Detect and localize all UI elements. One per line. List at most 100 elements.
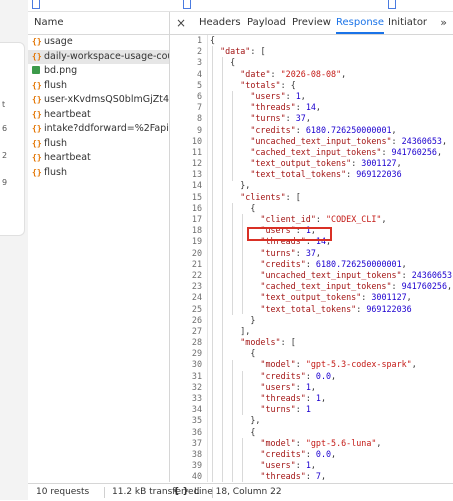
code-line: "users": 1, <box>260 381 316 392</box>
code-line: "model": "gpt-5.6-luna", <box>260 437 382 448</box>
request-row[interactable]: {} flush <box>28 79 169 94</box>
response-viewer[interactable]: 1 2 3 4 5 6 7 8 9 10 11 12 13 14 15 16 17 18 19 20 21 22 23 24 2… <box>170 35 453 482</box>
line-number: 24 <box>191 292 202 303</box>
panel-tab-edge[interactable] <box>388 0 396 9</box>
line-number: 8 <box>196 113 202 124</box>
request-row[interactable]: {} flush <box>28 166 169 181</box>
request-rows: {}usage{}daily-workspace-usage-count…bd.… <box>28 35 169 180</box>
line-number: 23 <box>191 281 202 292</box>
code-line: { <box>210 57 236 68</box>
tab-payload[interactable]: Payload <box>247 12 286 34</box>
code-line: "turns": 37, <box>250 113 311 124</box>
line-number: 37 <box>191 437 202 448</box>
tab-initiator[interactable]: Initiator <box>388 12 427 34</box>
request-name: flush <box>44 137 67 149</box>
more-tabs-icon[interactable]: » <box>440 12 447 34</box>
code-line: { <box>210 426 256 437</box>
line-number: 40 <box>191 471 202 482</box>
code-line: "threads": 14, <box>250 102 321 113</box>
code-line: }, <box>210 180 251 191</box>
code-line: "uncached_text_input_tokens": 24360653, <box>260 269 453 280</box>
json-icon: {} <box>32 109 42 119</box>
json-icon: {} <box>32 153 42 162</box>
page-char: 2 <box>2 151 8 160</box>
panel-tab-edge[interactable] <box>32 0 40 9</box>
json-icon: {} <box>32 167 42 177</box>
code-line: "client_id": "CODEX_CLI", <box>260 214 387 224</box>
request-count: 10 requests <box>36 487 90 497</box>
line-number: 22 <box>191 269 202 280</box>
code-line: "cached_text_input_tokens": 941760256, <box>250 146 442 157</box>
line-number: 14 <box>191 180 202 191</box>
code-line: "models": [ <box>240 337 296 348</box>
close-icon[interactable]: × <box>176 12 186 34</box>
code-line: "clients": [ <box>240 191 301 202</box>
code-line: "turns": 1 <box>260 404 311 415</box>
code-line: "date": "2026-08-08", <box>240 68 347 79</box>
page-char: 9 <box>2 178 8 187</box>
line-number: 27 <box>191 325 202 336</box>
line-number: 21 <box>191 258 202 269</box>
line-number-gutter: 1 2 3 4 5 6 7 8 9 10 11 12 13 14 15 16 17 18 19 20 21 22 23 24 2… <box>170 35 206 482</box>
request-row[interactable]: {} heartbeat <box>28 108 169 123</box>
json-icon: {} <box>32 138 42 148</box>
line-number: 31 <box>191 370 202 381</box>
line-number: 6 <box>196 90 202 101</box>
line-number: 13 <box>191 169 202 180</box>
json-icon: {} <box>32 124 42 133</box>
request-list: Name {}usage{}daily-workspace-usage-coun… <box>28 12 170 482</box>
request-row[interactable]: {} heartbeat <box>28 151 169 166</box>
code-line: "credits": 6180.726250000001, <box>260 258 407 269</box>
tab-preview[interactable]: Preview <box>292 12 331 34</box>
code-lines: { "data": [ { "date": "2026-08-08", "tot… <box>210 35 453 482</box>
name-column-header[interactable]: Name <box>28 12 169 35</box>
request-row[interactable]: {}user-xKvdmsQS0blmGjZt4dq… <box>28 93 169 108</box>
request-name: bd.png <box>44 65 78 76</box>
code-line: "text_output_tokens": 3001127, <box>260 292 412 303</box>
highlight-box <box>247 227 332 241</box>
detail-tab-bar: × Headers Payload Preview Response Initi… <box>170 12 453 35</box>
request-row[interactable]: bd.png <box>28 64 169 79</box>
json-icon: {} <box>32 80 42 90</box>
line-number: 5 <box>196 79 202 90</box>
line-number: 26 <box>191 314 202 325</box>
request-name: usage <box>44 36 73 47</box>
line-number: 34 <box>191 404 202 415</box>
code-line: "data": [ <box>220 46 266 57</box>
panel-tab-edge[interactable] <box>183 0 191 9</box>
line-number: 38 <box>191 448 202 459</box>
line-number: 35 <box>191 415 202 426</box>
request-row[interactable]: {}daily-workspace-usage-count… <box>28 49 169 64</box>
code-line: }, <box>210 415 261 426</box>
request-row[interactable]: {} usage <box>28 35 169 50</box>
line-number: 10 <box>191 135 202 146</box>
request-name: daily-workspace-usage-count… <box>44 50 169 62</box>
line-number: 9 <box>196 124 202 135</box>
page-card: t 6 2 9 <box>0 42 25 236</box>
request-row[interactable]: {} flush <box>28 137 169 152</box>
tab-headers[interactable]: Headers <box>199 12 241 34</box>
line-number: 36 <box>191 426 202 437</box>
request-name: flush <box>44 79 67 91</box>
code-line: "threads": 7, <box>260 471 326 482</box>
code-line: "users": 1, <box>250 90 306 101</box>
code-line: "text_output_tokens": 3001127, <box>250 158 402 169</box>
cursor-position: Line 18, Column 22 <box>194 487 282 497</box>
code-line: "text_total_tokens": 969122036 <box>250 169 402 180</box>
code-line: "credits": 0.0, <box>260 370 337 381</box>
line-number: 4 <box>196 68 202 79</box>
tab-response[interactable]: Response <box>336 12 385 34</box>
line-number: 29 <box>191 348 202 359</box>
devtools-top-bar <box>28 0 453 12</box>
json-icon: {} <box>32 37 42 46</box>
line-number: 18 <box>191 225 202 236</box>
line-number: 3 <box>196 57 202 68</box>
pretty-print-icon[interactable]: { } <box>173 484 189 501</box>
code-line: "credits": 0.0, <box>260 448 337 459</box>
line-number: 32 <box>191 381 202 392</box>
image-icon <box>32 66 40 74</box>
line-number: 2 <box>196 46 202 57</box>
code-line: "credits": 6180.726250000001, <box>250 124 397 135</box>
code-line: "uncached_text_input_tokens": 24360653, <box>250 135 448 146</box>
request-row[interactable]: {}intake?ddforward=%2Fapi%2… <box>28 122 169 137</box>
